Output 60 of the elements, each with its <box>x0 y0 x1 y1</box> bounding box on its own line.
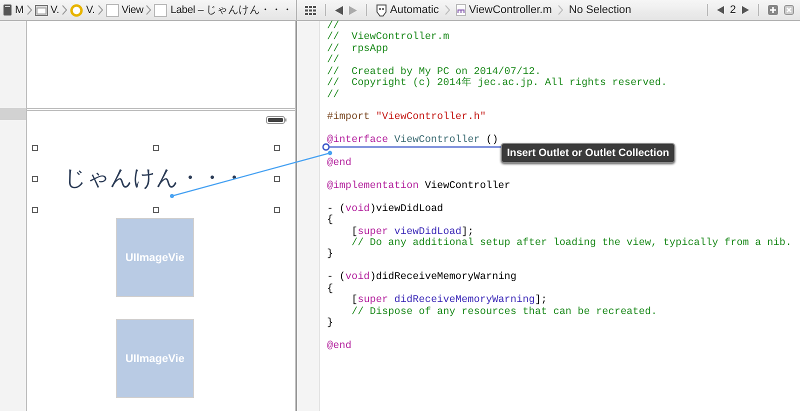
code-line: @interface ViewController () <box>327 135 500 147</box>
chevron-icon <box>558 5 563 15</box>
code-line: // <box>327 90 340 101</box>
resize-handle[interactable] <box>274 207 280 213</box>
file-icon <box>456 4 466 16</box>
breadcrumb-item[interactable]: View <box>106 4 144 16</box>
breadcrumb-item[interactable]: M <box>3 4 24 16</box>
code-line: // <box>327 55 340 66</box>
code-line: // Copyright (c) 2014年 jec.ac.jp. All rights reserved. <box>327 78 668 90</box>
code-line: [super didReceiveMemoryWarning]; <box>350 295 548 306</box>
close-icon[interactable] <box>784 5 794 15</box>
square-icon <box>106 4 119 16</box>
counter: 2 <box>730 4 736 16</box>
code-line: - (void)didReceiveMemoryWarning <box>327 272 518 284</box>
code-line: @end <box>327 158 352 170</box>
next-icon[interactable] <box>742 6 749 14</box>
circle-icon <box>70 4 84 16</box>
tooltip: Insert Outlet or Outlet Collection <box>501 143 676 163</box>
code-line: - (void)viewDidLoad <box>327 204 444 215</box>
code-line: [super viewDidLoad]; <box>350 226 475 238</box>
breadcrumb-item[interactable]: No Selection <box>568 4 632 16</box>
document-icon <box>3 4 12 16</box>
breadcrumb-item[interactable]: Automatic <box>376 4 439 16</box>
code-line: #import "ViewController.h" <box>327 112 487 124</box>
resize-handle[interactable] <box>152 207 159 213</box>
code-line: // ViewController.m <box>327 32 450 44</box>
chevron-icon <box>62 5 68 15</box>
chevron-icon <box>26 5 32 15</box>
code-line: } <box>327 318 334 330</box>
grid-icon[interactable] <box>305 6 316 14</box>
previous-icon[interactable] <box>716 6 724 14</box>
code-line: @end <box>327 340 352 352</box>
resize-handle[interactable] <box>274 176 280 182</box>
label-text[interactable]: じゃんけん・・・ <box>64 166 245 192</box>
code-line: { <box>327 284 334 296</box>
window-icon <box>34 4 48 16</box>
resize-handle[interactable] <box>32 207 38 213</box>
code-line: // <box>327 21 340 32</box>
code-line: // rpsApp <box>327 44 390 55</box>
breadcrumb-item[interactable]: V. <box>70 4 95 16</box>
resize-handle[interactable] <box>152 145 159 151</box>
resize-handle[interactable] <box>274 145 280 151</box>
breadcrumb-item[interactable]: Label – じゃんけん・・・ <box>154 3 293 17</box>
battery-icon <box>266 116 287 124</box>
resize-handle[interactable] <box>32 176 38 182</box>
resize-handle[interactable] <box>32 145 38 151</box>
code-line: // Created by My PC on 2014/07/12. <box>327 66 542 78</box>
code-line: // Dispose of any resources that can be recreated. <box>350 306 658 318</box>
code-line: } <box>327 249 334 261</box>
code-line: { <box>327 215 334 227</box>
breadcrumb-item[interactable]: ViewController.m <box>456 4 552 16</box>
back-icon[interactable] <box>335 6 343 14</box>
square-icon <box>154 4 168 16</box>
breadcrumb-item[interactable]: V. <box>34 4 60 16</box>
add-icon[interactable] <box>768 5 778 15</box>
chevron-icon <box>146 5 152 15</box>
chevron-icon <box>444 5 450 15</box>
code-line: @implementation ViewController <box>327 180 512 192</box>
chevron-icon <box>98 5 103 15</box>
code-line: // Do any additional setup after loading the view, typically from a nib. <box>350 238 792 250</box>
